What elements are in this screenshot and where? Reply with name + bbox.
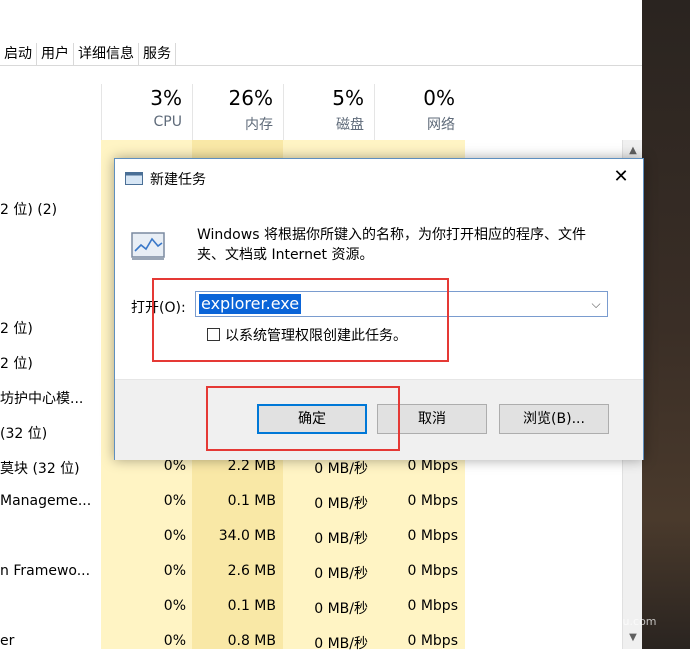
process-network: 0 Mbps xyxy=(407,493,458,509)
tab-services[interactable]: 服务 xyxy=(139,43,176,65)
process-name: 2 位) xyxy=(0,321,33,337)
dialog-title: 新建任务 xyxy=(150,172,206,188)
process-memory: 2.6 MB xyxy=(227,563,276,579)
process-name: 坊护中心模... xyxy=(0,391,84,407)
chevron-down-icon[interactable]: ⌵ xyxy=(587,292,605,316)
process-cpu: 0% xyxy=(163,563,186,579)
browse-button[interactable]: 浏览(B)... xyxy=(499,404,609,434)
tab-users[interactable]: 用户 xyxy=(37,43,74,65)
cpu-label: CPU xyxy=(153,114,182,130)
column-header-cpu[interactable]: 3% CPU xyxy=(101,84,192,140)
process-network: 0 Mbps xyxy=(407,528,458,544)
column-header-disk[interactable]: 5% 磁盘 xyxy=(283,84,374,140)
disk-percent: 5% xyxy=(332,86,364,110)
highlight-input-box xyxy=(152,278,449,362)
process-row[interactable]: Manageme... 0% 0.1 MB 0 MB/秒 0 Mbps xyxy=(0,485,642,520)
process-memory: 0.1 MB xyxy=(227,493,276,509)
tab-startup[interactable]: 启动 xyxy=(0,43,37,65)
process-name: 2 位) (2) xyxy=(0,202,58,218)
column-header-network[interactable]: 0% 网络 xyxy=(374,84,465,140)
watermark-brand: Bai 经验 xyxy=(548,592,623,613)
process-network: 0 Mbps xyxy=(407,598,458,614)
process-name: (32 位) xyxy=(0,426,48,442)
process-cpu: 0% xyxy=(163,633,186,649)
highlight-ok-button-box xyxy=(206,386,400,451)
process-name: n Framewo... xyxy=(0,563,91,579)
desktop-wallpaper xyxy=(642,0,690,649)
tab-bar: 启动 用户 详细信息 服务 xyxy=(0,43,642,66)
process-row[interactable]: n Framewo... 0% 2.6 MB 0 MB/秒 0 Mbps xyxy=(0,555,642,590)
process-memory: 0.8 MB xyxy=(227,633,276,649)
dialog-description: Windows 将根据你所键入的名称，为你打开相应的程序、文件夹、文档或 Int… xyxy=(197,227,586,263)
process-memory: 2.2 MB xyxy=(227,458,276,474)
memory-percent: 26% xyxy=(228,86,273,110)
task-monitor-icon xyxy=(131,232,165,260)
process-name: 2 位) xyxy=(0,356,33,372)
run-window-icon xyxy=(125,172,143,185)
process-network: 0 Mbps xyxy=(407,633,458,649)
watermark-url: jingyan.baidu.com xyxy=(555,615,657,628)
process-memory: 34.0 MB xyxy=(218,528,276,544)
process-disk: 0 MB/秒 xyxy=(314,601,368,617)
disk-label: 磁盘 xyxy=(336,117,364,133)
process-disk: 0 MB/秒 xyxy=(314,636,368,652)
network-label: 网络 xyxy=(427,117,455,133)
close-icon[interactable]: ✕ xyxy=(609,165,633,189)
process-cpu: 0% xyxy=(163,598,186,614)
process-disk: 0 MB/秒 xyxy=(314,566,368,582)
process-name: er xyxy=(0,633,15,649)
process-memory: 0.1 MB xyxy=(227,598,276,614)
process-name: 莫块 (32 位) xyxy=(0,461,80,477)
cpu-percent: 3% xyxy=(150,86,182,110)
memory-label: 内存 xyxy=(245,117,273,133)
dialog-titlebar[interactable]: 新建任务 ✕ xyxy=(115,159,643,197)
process-row[interactable]: 0% 34.0 MB 0 MB/秒 0 Mbps xyxy=(0,520,642,555)
process-cpu: 0% xyxy=(163,528,186,544)
process-network: 0 Mbps xyxy=(407,458,458,474)
tab-details[interactable]: 详细信息 xyxy=(74,43,139,65)
process-disk: 0 MB/秒 xyxy=(314,531,368,547)
process-row[interactable]: er 0% 0.8 MB 0 MB/秒 0 Mbps xyxy=(0,625,642,660)
process-row[interactable]: 0% 0.1 MB 0 MB/秒 0 Mbps xyxy=(0,590,642,625)
process-cpu: 0% xyxy=(163,458,186,474)
process-disk: 0 MB/秒 xyxy=(314,496,368,512)
network-percent: 0% xyxy=(423,86,455,110)
process-disk: 0 MB/秒 xyxy=(314,461,368,477)
process-name: Manageme... xyxy=(0,493,92,509)
column-header-memory[interactable]: 26% 内存 xyxy=(192,84,283,140)
scroll-down-icon[interactable]: ▼ xyxy=(623,629,643,647)
process-cpu: 0% xyxy=(163,493,186,509)
process-network: 0 Mbps xyxy=(407,563,458,579)
